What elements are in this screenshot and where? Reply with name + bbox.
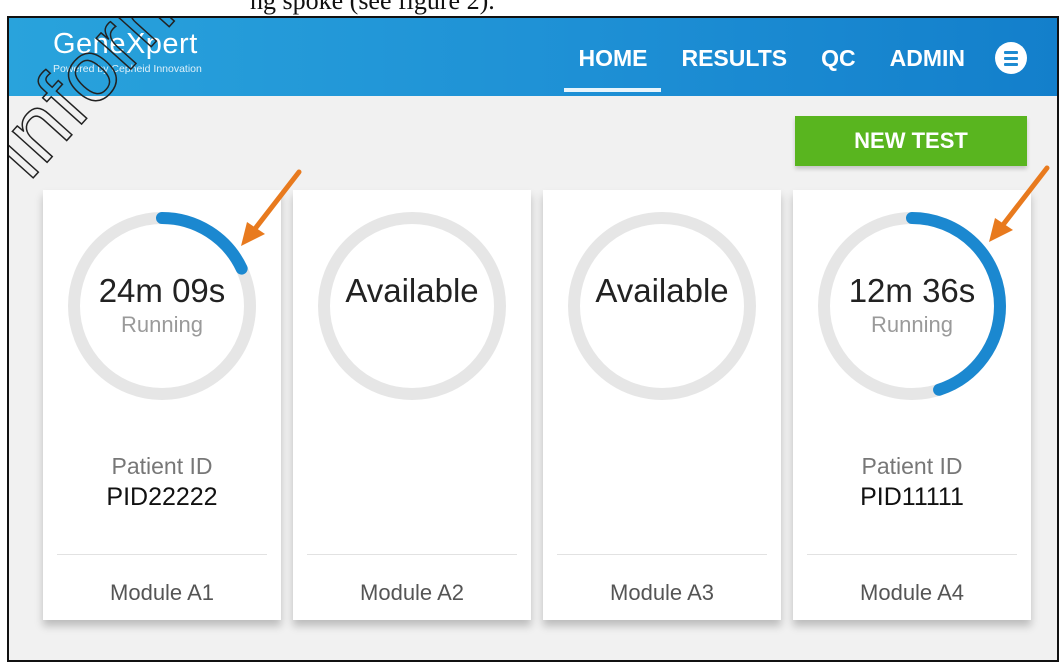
main-nav: HOME RESULTS QC ADMIN [544,42,1027,92]
patient-id-value: PID22222 [106,483,218,511]
status-label: Running [871,312,953,337]
module-card-a3[interactable]: Available Module A3 [543,190,781,620]
module-card-a4[interactable]: 12m 36s Running Patient ID PID11111 Modu… [793,190,1031,620]
nav-results[interactable]: RESULTS [681,45,787,72]
patient-id-label: Patient ID [861,453,963,479]
divider [557,554,767,555]
module-card-a1[interactable]: 24m 09s Running Patient ID PID22222 Modu… [43,190,281,620]
availability-status: Available [345,272,479,309]
brand-name: GeneXpert [53,28,198,60]
top-bar: GeneXpert Powered by Cepheid Innovation … [9,18,1057,96]
nav-qc[interactable]: QC [821,45,856,72]
annotation-arrow-icon [241,169,302,246]
nav-admin[interactable]: ADMIN [890,45,965,72]
module-name: Module A1 [110,580,214,605]
divider [807,554,1017,555]
module-name: Module A4 [860,580,964,605]
brand-logo: GeneXpert Powered by Cepheid Innovation [53,28,202,75]
divider [57,554,267,555]
time-remaining: 24m 09s [98,272,226,309]
hamburger-menu-icon[interactable] [995,42,1027,74]
patient-id-label: Patient ID [111,453,213,479]
patient-id-value: PID11111 [860,483,964,511]
nav-home[interactable]: HOME [564,45,662,92]
module-name: Module A3 [610,580,714,605]
status-label: Running [121,312,203,337]
caption-text: ng spoke (see figure 2). [250,0,495,15]
brand-tagline: Powered by Cepheid Innovation [53,63,202,75]
module-card-a2[interactable]: Available Module A2 [293,190,531,620]
annotation-arrow-icon [989,165,1050,242]
time-remaining: 12m 36s [848,272,976,309]
app-window: GeneXpert Powered by Cepheid Innovation … [7,16,1059,662]
availability-status: Available [595,272,729,309]
module-name: Module A2 [360,580,464,605]
divider [307,554,517,555]
new-test-button[interactable]: NEW TEST [795,116,1027,166]
